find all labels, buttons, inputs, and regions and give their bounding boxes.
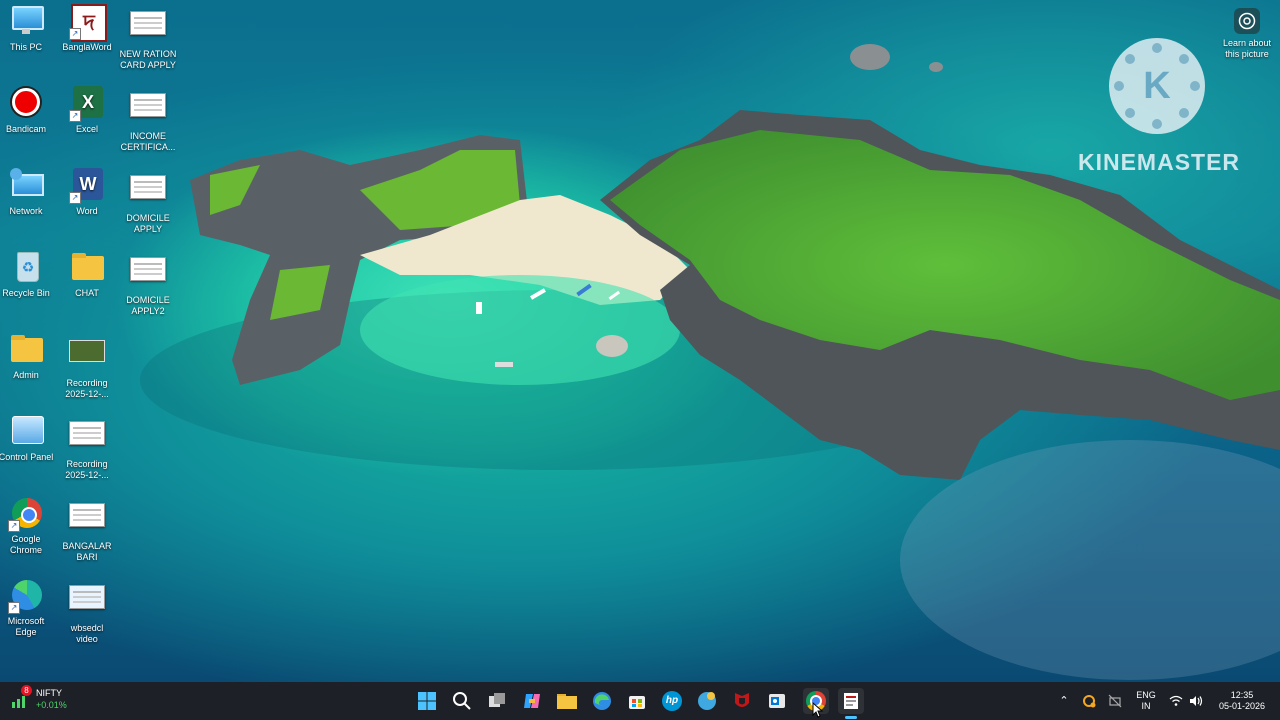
document-thumbnail-icon [130,257,166,281]
browser-button[interactable] [694,688,720,714]
document-thumbnail-icon [130,93,166,117]
document-app-button[interactable] [838,688,864,714]
tray-app-button[interactable] [1080,682,1098,720]
store-button[interactable] [624,688,650,714]
icon-label: DOMICILE APPLY2 [126,295,170,316]
desktop-icon-domicile-apply-v2[interactable]: DOMICILE APPLY2 [110,250,186,317]
clock-time: 12:35 [1230,690,1254,700]
shortcut-arrow-icon: ↗ [69,192,81,204]
monitor-icon [12,6,44,30]
icon-label: BANGALAR BARI [62,541,112,562]
icon-label: Recording 2025-12-... [65,378,109,399]
learn-about-picture-button[interactable]: Learn about this picture [1212,8,1280,60]
icon-label: INCOME CERTIFICA... [120,131,176,152]
tray-network-off-button[interactable] [1106,682,1124,720]
shortcut-arrow-icon: ↗ [8,602,20,614]
kinemaster-letter: K [1143,65,1171,107]
shortcut-arrow-icon: ↗ [8,520,20,532]
recycle-bin-icon: ♻ [17,252,39,282]
search-button[interactable] [449,688,475,714]
copilot-icon [524,694,540,708]
camera-lens-icon [1234,8,1260,34]
language-code: ENG [1136,690,1156,700]
document-thumbnail-icon [130,11,166,35]
mcafee-icon [735,693,749,707]
bandicam-icon [12,88,40,116]
document-app-icon [844,693,858,709]
kinemaster-logo: K [1109,38,1205,134]
outlook-icon [769,694,785,708]
hp-icon: hp [662,691,682,711]
icon-label: Recording 2025-12-... [65,459,109,480]
folder-icon [11,338,43,362]
widget-change: +0.01% [36,700,67,710]
video-thumbnail-icon [69,585,105,609]
file-explorer-button[interactable] [554,688,580,714]
desktop-icon-recording-1[interactable]: Recording 2025-12-... [49,332,125,400]
notification-badge: 8 [21,685,32,696]
document-thumbnail-icon [130,175,166,199]
language-indicator[interactable]: ENG IN [1132,682,1160,720]
icon-label: DOMICILE APPLY [126,213,170,234]
video-thumbnail-icon [69,421,105,445]
taskbar: 8 NIFTY +0.01% hp ⌃ ENG IN 12:35 05-01-2… [0,682,1280,720]
volume-icon [1190,696,1203,706]
desktop-icon-recording-2[interactable]: Recording 2025-12-... [49,414,125,481]
mcafee-button[interactable] [729,688,755,714]
learn-about-picture-label: Learn about this picture [1222,38,1272,59]
file-explorer-icon [557,694,577,709]
start-button[interactable] [414,688,440,714]
shortcut-arrow-icon: ↗ [69,28,81,40]
search-icon [453,692,471,710]
kinemaster-watermark: KINEMASTER [1077,149,1241,175]
edge-icon [593,692,611,710]
outlook-button[interactable] [764,688,790,714]
desktop-icon-new-ration[interactable]: NEW RATION CARD APPLY [110,4,186,71]
desktop-icon-bangalar-bari[interactable]: BANGALAR BARI [49,496,125,563]
control-panel-icon [12,416,44,444]
task-view-icon [489,693,505,707]
active-app-indicator [845,716,857,719]
quick-settings-button[interactable] [1166,682,1206,720]
clock-date: 05-01-2026 [1218,701,1266,711]
show-hidden-icons-button[interactable]: ⌃ [1056,682,1072,720]
chevron-up-icon: ⌃ [1059,694,1069,707]
browser-icon [698,692,716,710]
shortcut-arrow-icon: ↗ [69,110,81,122]
wifi-icon [1169,695,1183,706]
desktop-icon-income[interactable]: INCOME CERTIFICA... [110,86,186,153]
clock[interactable]: 12:35 05-01-2026 [1210,682,1274,720]
desktop-wallpaper [0,0,1280,682]
store-icon [629,696,645,709]
icon-label: NEW RATION CARD APPLY [119,49,177,70]
video-thumbnail-icon [69,340,105,362]
folder-icon [72,256,104,280]
desktop-icon-domicile-apply[interactable]: DOMICILE APPLY [110,168,186,235]
copilot-button[interactable] [519,688,545,714]
windows-logo-icon [418,692,436,710]
desktop-icon-wbsedcl-video[interactable]: wbsedcl video [49,578,125,645]
edge-button[interactable] [589,688,615,714]
region-code: IN [1141,701,1151,711]
document-thumbnail-icon [69,503,105,527]
network-disabled-icon [1108,694,1122,708]
hp-app-button[interactable]: hp [659,688,685,714]
icon-label: wbsedcl video [70,623,104,644]
mouse-cursor-icon [812,702,824,718]
widget-title: NIFTY [36,688,62,698]
sync-icon [1083,695,1096,708]
task-view-button[interactable] [484,688,510,714]
